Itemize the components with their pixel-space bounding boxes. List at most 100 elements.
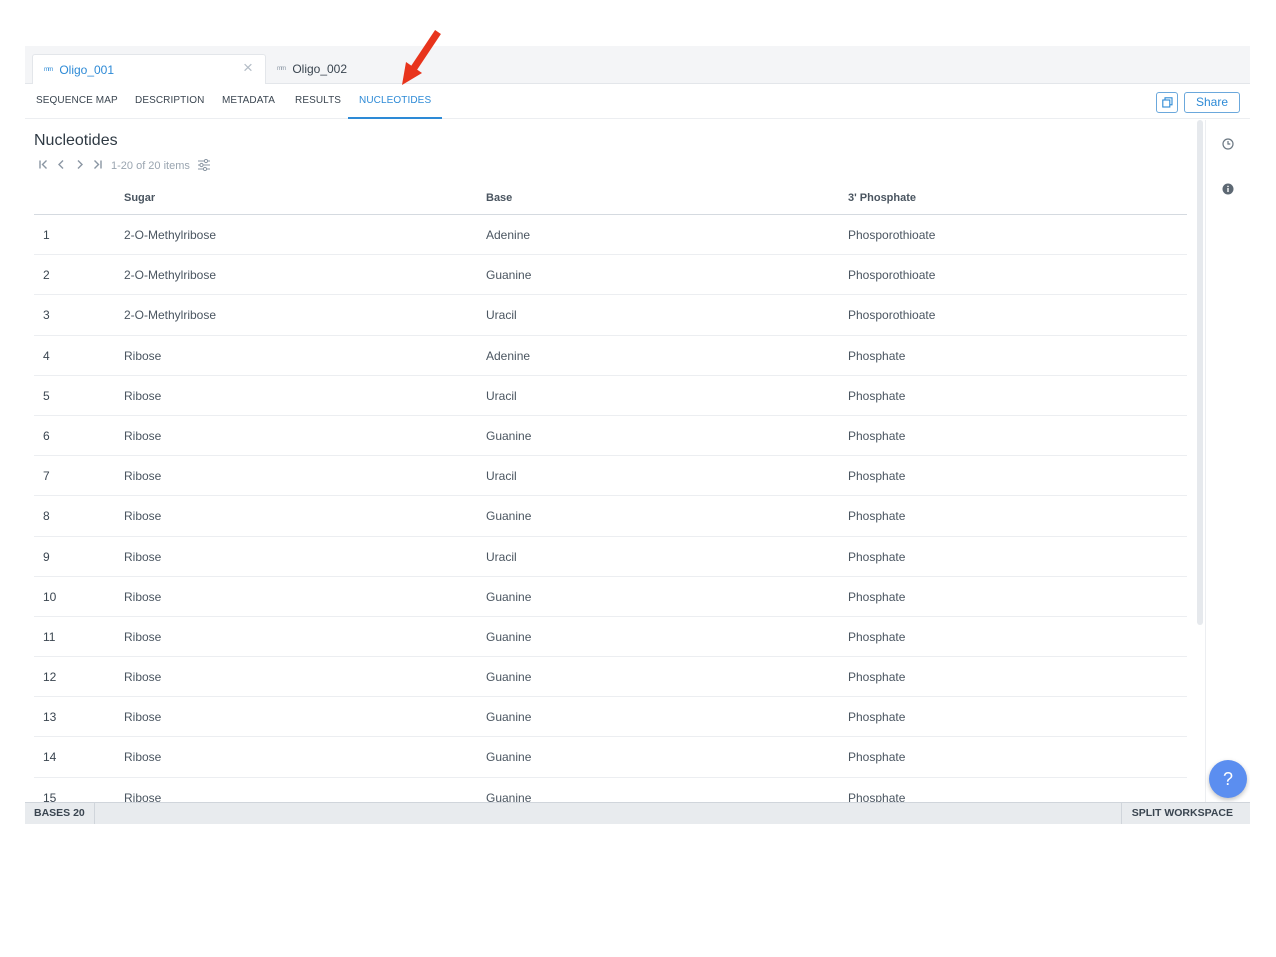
table-row[interactable]: 14 Ribose Guanine Phosphate — [34, 737, 1187, 778]
first-page-icon[interactable] — [34, 159, 52, 173]
nucleotides-table: Sugar Base 3' Phosphate 1 2-O-Methylribos… — [34, 183, 1187, 802]
next-page-icon[interactable] — [70, 159, 88, 173]
cell-sugar: Ribose — [124, 509, 162, 524]
cell-sugar: Ribose — [124, 469, 162, 484]
cell-sugar: Ribose — [124, 388, 162, 403]
last-page-icon[interactable] — [88, 159, 106, 173]
table-row[interactable]: 10 Ribose Guanine Phosphate — [34, 577, 1187, 617]
cell-sugar: Ribose — [124, 549, 162, 564]
cell-index: 9 — [43, 549, 50, 564]
table-row[interactable]: 1 2-O-Methylribose Adenine Phosporothioate — [34, 215, 1187, 256]
cell-phosphate: Phosporothioate — [848, 228, 936, 242]
cell-sugar: 2-O-Methylribose — [124, 228, 217, 242]
cell-index: 7 — [43, 469, 50, 484]
table-row[interactable]: 2 2-O-Methylribose Guanine Phosporothioate — [34, 255, 1187, 296]
cell-sugar: Ribose — [124, 710, 162, 725]
close-icon[interactable]: × — [240, 59, 256, 76]
share-button[interactable]: Share — [1184, 92, 1240, 113]
cell-base: Guanine — [486, 710, 532, 725]
split-workspace-button[interactable]: SPLIT WORKSPACE — [1120, 803, 1250, 824]
cell-base: Adenine — [486, 348, 531, 363]
cell-base: Adenine — [486, 228, 531, 242]
cell-phosphate: Phosporothioate — [848, 308, 936, 323]
cell-index: 4 — [43, 348, 50, 363]
doc-tab-oligo-001[interactable]: ᵐᵐ Oligo_001 × — [32, 54, 266, 84]
table-row[interactable]: 13 Ribose Guanine Phosphate — [34, 697, 1187, 738]
table-row[interactable]: 6 Ribose Guanine Phosphate — [34, 416, 1187, 457]
doc-tab-label: Oligo_001 — [59, 62, 115, 77]
cell-sugar: Ribose — [124, 790, 162, 802]
cell-sugar: Ribose — [124, 670, 162, 685]
column-header-phosphate[interactable]: 3' Phosphate — [848, 192, 916, 204]
cell-base: Guanine — [486, 629, 532, 644]
cell-index: 11 — [43, 629, 56, 644]
cell-index: 12 — [43, 670, 57, 685]
pagination: 1-20 of 20 items — [34, 158, 211, 174]
right-rail: ? — [1205, 120, 1250, 802]
help-button[interactable]: ? — [1209, 760, 1247, 798]
doc-tab-label: Oligo_002 — [292, 62, 348, 76]
cell-phosphate: Phosphate — [848, 348, 906, 363]
cell-phosphate: Phosphate — [848, 589, 906, 604]
cell-phosphate: Phosphate — [848, 710, 906, 725]
cell-index: 2 — [43, 268, 50, 283]
cell-sugar: 2-O-Methylribose — [124, 308, 217, 323]
cell-index: 5 — [43, 388, 50, 403]
tab-nucleotides[interactable]: NUCLEOTIDES — [348, 84, 443, 119]
bases-count: BASES 20 — [25, 803, 95, 824]
cell-sugar: Ribose — [124, 428, 162, 443]
table-row[interactable]: 15 Ribose Guanine Phosphate — [34, 778, 1187, 802]
cell-base: Guanine — [486, 428, 532, 443]
copy-button[interactable] — [1156, 92, 1178, 113]
cell-base: Guanine — [486, 268, 532, 283]
cell-phosphate: Phosporothioate — [848, 268, 936, 283]
annotation-arrow-icon — [402, 30, 441, 85]
copy-icon — [1161, 97, 1173, 108]
tab-metadata[interactable]: METADATA — [222, 84, 275, 119]
vertical-scrollbar[interactable] — [1196, 120, 1204, 802]
tab-results[interactable]: RESULTS — [295, 84, 341, 119]
main-content: Nucleotides 1-20 of 20 items Sugar Base … — [34, 120, 1189, 802]
cell-index: 15 — [43, 790, 57, 802]
table-row[interactable]: 11 Ribose Guanine Phosphate — [34, 617, 1187, 658]
page-title: Nucleotides — [34, 132, 118, 149]
cell-phosphate: Phosphate — [848, 790, 906, 802]
cell-base: Guanine — [486, 750, 532, 765]
cell-base: Uracil — [486, 469, 517, 484]
cell-index: 3 — [43, 308, 50, 323]
column-header-sugar[interactable]: Sugar — [124, 192, 155, 204]
document-tab-bar: ᵐᵐ Oligo_001 × ᵐᵐ Oligo_002 — [25, 46, 1250, 84]
section-nav: SEQUENCE MAP DESCRIPTION METADATA RESULT… — [25, 84, 1250, 119]
oligo-icon: ᵐᵐ — [277, 64, 286, 74]
tab-description[interactable]: DESCRIPTION — [135, 84, 204, 119]
table-row[interactable]: 8 Ribose Guanine Phosphate — [34, 496, 1187, 537]
table-row[interactable]: 4 Ribose Adenine Phosphate — [34, 336, 1187, 376]
column-header-base[interactable]: Base — [486, 192, 512, 204]
info-icon[interactable] — [1221, 182, 1235, 196]
history-icon[interactable] — [1221, 137, 1235, 151]
cell-phosphate: Phosphate — [848, 469, 906, 484]
table-row[interactable]: 12 Ribose Guanine Phosphate — [34, 657, 1187, 698]
scrollbar-thumb[interactable] — [1197, 120, 1203, 625]
column-settings-icon[interactable] — [197, 158, 211, 174]
cell-phosphate: Phosphate — [848, 549, 906, 564]
pagination-summary: 1-20 of 20 items — [111, 160, 190, 172]
app-window: ᵐᵐ Oligo_001 × ᵐᵐ Oligo_002 SEQUENCE MAP… — [25, 46, 1250, 824]
tab-sequence-map[interactable]: SEQUENCE MAP — [36, 84, 118, 119]
cell-index: 8 — [43, 509, 50, 524]
table-row[interactable]: 5 Ribose Uracil Phosphate — [34, 376, 1187, 416]
table-row[interactable]: 3 2-O-Methylribose Uracil Phosporothioate — [34, 295, 1187, 336]
table-row[interactable]: 7 Ribose Uracil Phosphate — [34, 456, 1187, 497]
cell-base: Guanine — [486, 589, 532, 604]
cell-sugar: Ribose — [124, 348, 162, 363]
cell-phosphate: Phosphate — [848, 388, 906, 403]
cell-base: Uracil — [486, 549, 517, 564]
doc-tab-oligo-002[interactable]: ᵐᵐ Oligo_002 — [277, 54, 347, 84]
cell-index: 14 — [43, 750, 57, 765]
table-row[interactable]: 9 Ribose Uracil Phosphate — [34, 537, 1187, 577]
cell-phosphate: Phosphate — [848, 428, 906, 443]
prev-page-icon[interactable] — [52, 159, 70, 173]
cell-index: 13 — [43, 710, 57, 725]
cell-index: 6 — [43, 428, 50, 443]
cell-phosphate: Phosphate — [848, 509, 906, 524]
